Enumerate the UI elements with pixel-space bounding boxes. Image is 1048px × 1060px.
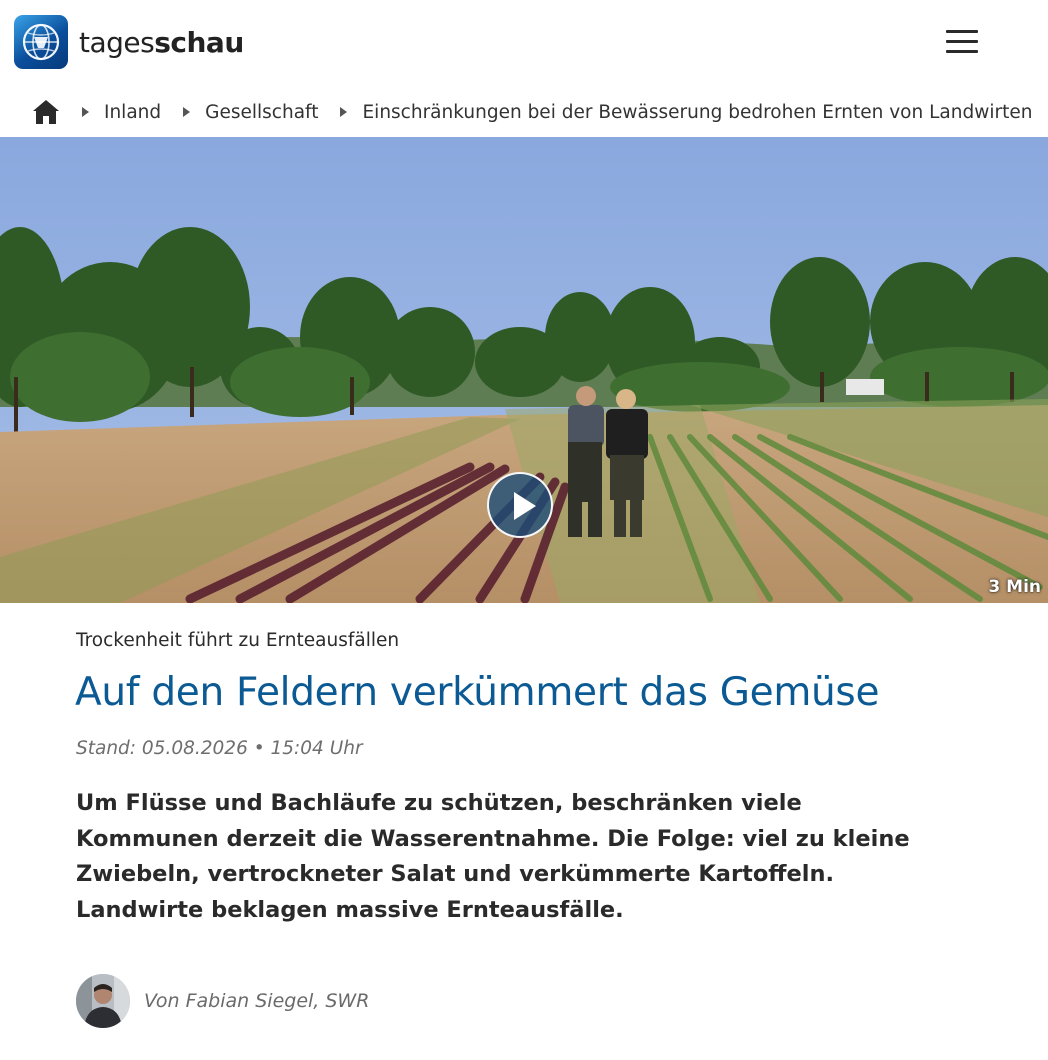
chevron-right-icon bbox=[82, 107, 89, 117]
chevron-right-icon bbox=[340, 107, 348, 117]
article-topline: Trockenheit führt zu Ernteausfällen bbox=[76, 630, 400, 651]
article-headline: Auf den Feldern verkümmert das Gemüse bbox=[75, 670, 880, 715]
avatar bbox=[76, 974, 130, 1028]
article-teaser: Um Flüsse und Bachläufe zu schützen, bes… bbox=[76, 790, 910, 923]
site-header: tagesschau bbox=[0, 0, 1048, 84]
site-logo[interactable]: tagesschau bbox=[14, 15, 244, 69]
author-name: Von Fabian Siegel, SWR bbox=[144, 990, 370, 1012]
logo-text-light: tages bbox=[79, 25, 155, 59]
breadcrumb-item-inland[interactable]: Inland bbox=[60, 102, 161, 123]
video-player[interactable]: 3 Min bbox=[0, 137, 1048, 603]
home-icon[interactable] bbox=[32, 98, 60, 126]
breadcrumb-item-gesellschaft[interactable]: Gesellschaft bbox=[161, 102, 318, 123]
breadcrumb-label: Einschränkungen bei der Bewässerung bedr… bbox=[362, 101, 1033, 123]
breadcrumb-item-current[interactable]: Einschränkungen bei der Bewässerung bedr… bbox=[318, 102, 1032, 123]
breadcrumb-label: Inland bbox=[104, 101, 162, 123]
logo-text-bold: schau bbox=[154, 25, 244, 59]
video-duration: 3 Min bbox=[988, 577, 1041, 597]
breadcrumb: Inland Gesellschaft Einschränkungen bei … bbox=[0, 90, 1048, 134]
chevron-right-icon bbox=[183, 107, 191, 117]
logo-wordmark: tagesschau bbox=[79, 25, 244, 59]
breadcrumb-label: Gesellschaft bbox=[205, 101, 319, 123]
tagesschau-logo-icon bbox=[14, 15, 68, 69]
article-timestamp: Stand: 05.08.2026 • 15:04 Uhr bbox=[76, 738, 363, 759]
play-icon[interactable] bbox=[487, 472, 553, 538]
author-byline[interactable]: Von Fabian Siegel, SWR bbox=[76, 974, 369, 1028]
hamburger-menu-icon[interactable] bbox=[942, 26, 982, 58]
